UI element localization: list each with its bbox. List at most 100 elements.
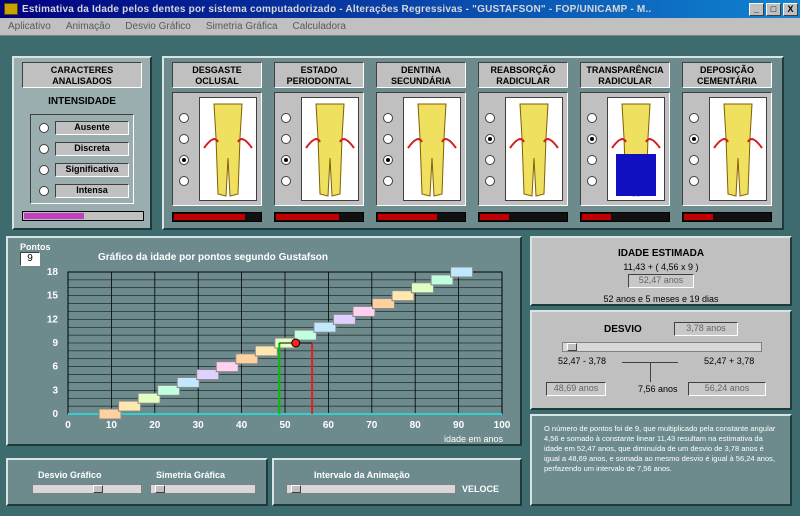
desvio-grafico-slider[interactable] — [32, 484, 142, 494]
radio-discreta[interactable] — [39, 144, 49, 154]
age-step — [235, 353, 259, 365]
tooth-column: DESGASTE OCLUSAL — [168, 58, 266, 228]
x-tick-label: 40 — [236, 420, 248, 431]
intensity-radio[interactable] — [281, 113, 291, 123]
simetria-grafica-slider[interactable] — [150, 484, 256, 494]
x-tick-label: 10 — [106, 420, 118, 431]
desvio-lower: 48,69 anos — [546, 382, 606, 396]
menu-calculadora[interactable]: Calculadora — [293, 21, 346, 32]
age-step — [313, 321, 337, 333]
close-button[interactable]: X — [783, 2, 798, 16]
tooth-label: DENTINA SECUNDÁRIA — [376, 62, 466, 88]
intensity-gauge-fill — [480, 214, 509, 220]
estimate-panel: IDADE ESTIMADA 11,43 + ( 4,56 x 9 ) 52,4… — [530, 236, 792, 306]
radio-intensa[interactable] — [39, 186, 49, 196]
estimate-formula: 11,43 + ( 4,56 x 9 ) — [623, 262, 699, 272]
menu-bar: Aplicativo Animação Desvio Gráfico Simet… — [0, 18, 800, 36]
x-tick-label: 90 — [453, 420, 465, 431]
intensity-radio[interactable] — [689, 176, 699, 186]
tooth-label: TRANSPARÊNCIA RADICULAR — [580, 62, 670, 88]
intensity-label: INTENSIDADE — [48, 96, 116, 107]
intensity-gauge — [580, 212, 670, 222]
animation-controls: Intervalo da Animação VELOCE — [272, 458, 522, 506]
x-tick-label: 80 — [410, 420, 422, 431]
desvio-slider-thumb[interactable] — [567, 343, 577, 351]
tooth-image-frame — [682, 92, 772, 206]
menu-desvio-grafico[interactable]: Desvio Gráfico — [125, 21, 191, 32]
intervalo-thumb[interactable] — [291, 485, 301, 493]
radio-ausente[interactable] — [39, 123, 49, 133]
intensity-radio[interactable] — [281, 176, 291, 186]
intensity-radio[interactable] — [587, 176, 597, 186]
y-tick-label: 6 — [52, 362, 58, 373]
age-step — [157, 384, 181, 396]
explanation-text: O número de pontos foi de 9, que multipl… — [544, 424, 776, 473]
intensity-radio[interactable] — [485, 155, 495, 165]
tooth-icon — [305, 103, 355, 197]
age-step — [430, 274, 454, 286]
maximize-button[interactable]: □ — [766, 2, 781, 16]
intensity-radio[interactable] — [587, 134, 597, 144]
age-step — [411, 282, 435, 294]
intensity-radio[interactable] — [383, 134, 393, 144]
intensity-radio[interactable] — [689, 113, 699, 123]
intensity-radio[interactable] — [383, 176, 393, 186]
intensity-radio[interactable] — [587, 155, 597, 165]
intensity-gauge-fill — [174, 214, 245, 220]
radio-significativa[interactable] — [39, 165, 49, 175]
menu-simetria-grafica[interactable]: Simetria Gráfica — [206, 21, 278, 32]
intensity-radio[interactable] — [281, 155, 291, 165]
intensity-radio[interactable] — [179, 113, 189, 123]
intensity-radio[interactable] — [179, 176, 189, 186]
intensity-radio[interactable] — [689, 155, 699, 165]
minimize-button[interactable]: _ — [749, 2, 764, 16]
option-discreta-text: Discreta — [74, 143, 110, 153]
characteristics-title: CARACTERES ANALISADOS — [22, 62, 142, 88]
desvio-slider[interactable] — [562, 342, 762, 352]
age-step — [293, 329, 317, 341]
tooth-icon — [407, 103, 457, 197]
menu-aplicativo[interactable]: Aplicativo — [8, 21, 51, 32]
option-ausente: Ausente — [55, 121, 129, 135]
tooth-label-text: DEPOSIÇÃO CEMENTÁRIA — [697, 65, 757, 86]
desvio-grafico-thumb[interactable] — [93, 485, 103, 493]
intensity-radio[interactable] — [587, 113, 597, 123]
intensity-gauge-fill — [582, 214, 611, 220]
option-discreta: Discreta — [55, 142, 129, 156]
intervalo-label: Intervalo da Animação — [314, 470, 410, 480]
intensity-radio[interactable] — [383, 113, 393, 123]
intensity-radio[interactable] — [179, 134, 189, 144]
tooth-image-frame — [580, 92, 670, 206]
x-tick-label: 70 — [366, 420, 378, 431]
characteristics-title-text: CARACTERES ANALISADOS — [50, 65, 114, 86]
age-step — [254, 345, 278, 357]
tooth-column: REABSORÇÃO RADICULAR — [474, 58, 572, 228]
intensity-radio[interactable] — [485, 113, 495, 123]
intensity-radio[interactable] — [485, 176, 495, 186]
tooth-label-text: DESGASTE OCLUSAL — [192, 65, 242, 86]
tooth-drawing — [403, 97, 461, 201]
tooth-image-frame — [172, 92, 262, 206]
teeth-panel: DESGASTE OCLUSAL ESTADO PERIODONTAL DENTIN… — [162, 56, 784, 230]
tooth-icon — [713, 103, 763, 197]
characteristics-panel: CARACTERES ANALISADOS INTENSIDADE Ausent… — [12, 56, 152, 230]
age-chart: 0 3 6 9 12 15 18 0 10 20 30 40 50 60 70 80 90 100 — [47, 266, 511, 431]
chart-panel: Pontos 9 Gráfico da idade por pontos seg… — [6, 236, 522, 446]
intervalo-slider[interactable] — [286, 484, 456, 494]
intensity-radio[interactable] — [281, 134, 291, 144]
age-step — [196, 369, 220, 381]
intensity-radio[interactable] — [485, 134, 495, 144]
intensity-radio[interactable] — [383, 155, 393, 165]
x-tick-label: 50 — [279, 420, 291, 431]
menu-animacao[interactable]: Animação — [66, 21, 110, 32]
title-bar: Estimativa da Idade pelos dentes por sis… — [0, 0, 800, 18]
intensity-radio[interactable] — [179, 155, 189, 165]
intensity-gauge — [172, 212, 262, 222]
xunit-label: idade em anos — [444, 434, 504, 444]
simetria-grafica-thumb[interactable] — [155, 485, 165, 493]
intensity-radio[interactable] — [689, 134, 699, 144]
age-step — [332, 313, 356, 325]
tooth-label-text: TRANSPARÊNCIA RADICULAR — [586, 65, 664, 86]
estimate-detail: 52 anos e 5 meses e 19 dias — [603, 294, 719, 304]
tooth-label: DESGASTE OCLUSAL — [172, 62, 262, 88]
